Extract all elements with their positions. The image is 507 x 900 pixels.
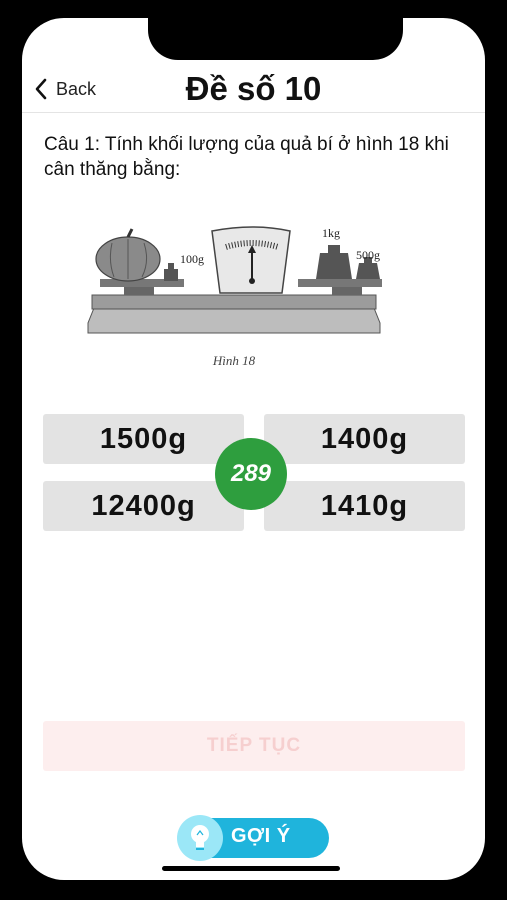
- next-button[interactable]: TIẾP TỤC: [43, 721, 465, 771]
- weight-label-500g: 500g: [356, 248, 380, 262]
- hint-label: GỢI Ý: [231, 825, 291, 847]
- question-counter-badge: 289: [215, 438, 287, 510]
- nav-bar: Back Đề số 10: [22, 68, 485, 113]
- page-title: Đề số 10: [185, 70, 322, 107]
- scale-figure: 100g 1kg 500g Hình 18: [87, 226, 382, 368]
- screen: Back Đề số 10 Câu 1: Tính khối lượng của…: [22, 18, 485, 880]
- home-indicator: [162, 866, 340, 871]
- answer-option-3[interactable]: 12400g: [43, 481, 244, 531]
- weight-label-1kg: 1kg: [322, 226, 340, 240]
- weight-label-100g: 100g: [180, 252, 204, 266]
- answer-option-2[interactable]: 1400g: [264, 414, 465, 464]
- answer-option-1[interactable]: 1500g: [43, 414, 244, 464]
- notch: [148, 18, 403, 60]
- figure-caption: Hình 18: [212, 353, 256, 368]
- answer-option-4[interactable]: 1410g: [264, 481, 465, 531]
- phone-frame: Back Đề số 10 Câu 1: Tính khối lượng của…: [0, 0, 507, 900]
- hint-button[interactable]: GỢI Ý: [177, 815, 329, 861]
- question-text: Câu 1: Tính khối lượng của quả bí ở hình…: [44, 134, 449, 180]
- lightbulb-icon: [177, 815, 223, 861]
